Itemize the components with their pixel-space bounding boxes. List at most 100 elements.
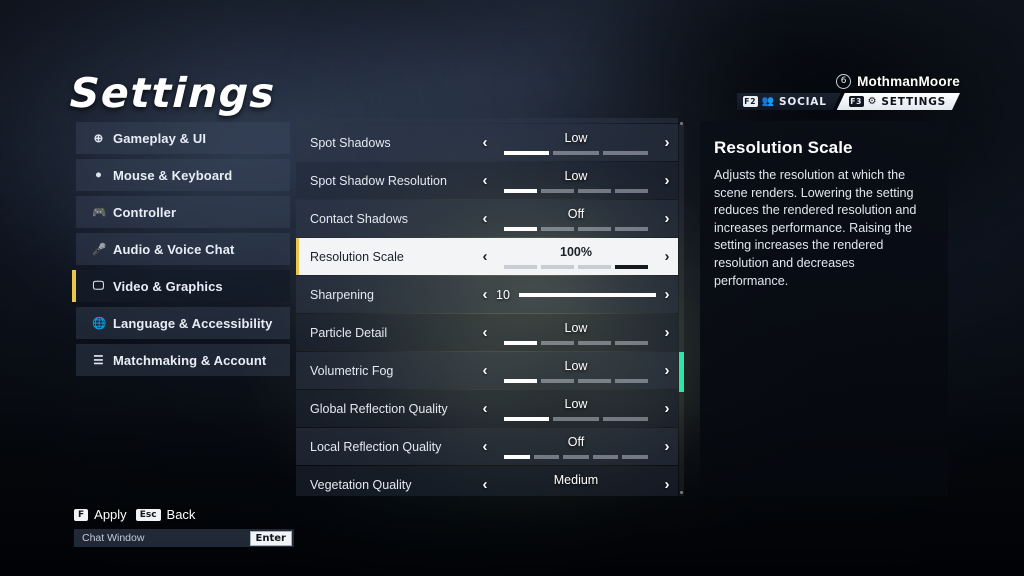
segment (592, 455, 619, 459)
setting-value-area: 100% (496, 238, 656, 275)
settings-list-top-clip (296, 118, 678, 123)
setting-label: Spot Shadows (310, 135, 391, 150)
settings-keycap: F3 (850, 97, 863, 106)
segment (553, 151, 599, 155)
segment (578, 379, 611, 383)
sidebar-item-language-accessibility[interactable]: 🌐 Language & Accessibility (76, 307, 290, 339)
back-hint[interactable]: Esc Back (135, 507, 196, 522)
setting-label: Local Reflection Quality (310, 439, 442, 454)
setting-row-global-reflection-quality[interactable]: Global Reflection Quality ‹ Low › (296, 390, 678, 427)
microphone-icon: 🎤 (92, 244, 107, 256)
chevron-left-icon[interactable]: ‹ (474, 286, 496, 303)
chevron-right-icon[interactable]: › (656, 362, 678, 379)
sidebar-item-label: Controller (113, 204, 177, 220)
segment (553, 417, 599, 421)
chevron-left-icon[interactable]: ‹ (474, 362, 496, 379)
sidebar-item-audio-voice-chat[interactable]: 🎤 Audio & Voice Chat (76, 233, 290, 265)
segment (541, 189, 574, 193)
setting-segment-bar (504, 455, 648, 459)
setting-row-volumetric-fog[interactable]: Volumetric Fog ‹ Low › (296, 352, 678, 389)
apply-hint[interactable]: F Apply (74, 507, 127, 522)
chevron-right-icon[interactable]: › (656, 134, 678, 151)
chevron-right-icon[interactable]: › (656, 248, 678, 265)
setting-value-area: Low (496, 314, 656, 351)
back-keycap: Esc (135, 508, 161, 521)
setting-value: Off (567, 207, 585, 221)
setting-value-area: Off (496, 428, 656, 465)
sidebar-item-video-graphics[interactable]: 🖵 Video & Graphics (72, 270, 290, 302)
chevron-right-icon[interactable]: › (656, 400, 678, 417)
setting-value: 100% (560, 245, 592, 259)
segment (541, 227, 574, 231)
social-button[interactable]: F2 👥 SOCIAL (737, 93, 841, 110)
segment (504, 189, 537, 193)
slider-fill (518, 292, 656, 297)
chevron-left-icon[interactable]: ‹ (474, 476, 496, 493)
chat-placeholder: Chat Window (82, 532, 145, 544)
settings-label: SETTINGS (881, 95, 946, 108)
list-icon: ☰ (93, 355, 104, 367)
slider-track[interactable] (518, 292, 656, 297)
gamepad-icon: 🎮 (92, 207, 107, 219)
scrollbar-track[interactable] (679, 124, 684, 496)
setting-label: Contact Shadows (310, 211, 408, 226)
chevron-left-icon[interactable]: ‹ (474, 248, 496, 265)
chat-window-bar[interactable]: Chat Window Enter (74, 529, 294, 547)
chevron-left-icon[interactable]: ‹ (474, 400, 496, 417)
chevron-left-icon[interactable]: ‹ (474, 210, 496, 227)
chevron-right-icon[interactable]: › (656, 286, 678, 303)
settings-list[interactable]: Spot Shadows ‹ Low › Spot Shadow Resolution ‹… (296, 124, 678, 496)
sidebar-item-matchmaking-account[interactable]: ☰ Matchmaking & Account (76, 344, 290, 376)
chevron-left-icon[interactable]: ‹ (474, 438, 496, 455)
friends-icon: 👥 (761, 96, 775, 107)
scrollbar-thumb[interactable] (679, 352, 684, 392)
setting-row-vegetation-quality[interactable]: Vegetation Quality ‹ Medium › (296, 466, 678, 496)
chevron-right-icon[interactable]: › (656, 210, 678, 227)
back-label: Back (166, 507, 196, 522)
gear-icon: ⚙ (867, 96, 878, 107)
setting-segment-bar (504, 417, 648, 421)
slider-value: 10 (496, 287, 510, 302)
segment (622, 455, 648, 459)
social-label: SOCIAL (778, 95, 827, 108)
chevron-right-icon[interactable]: › (656, 438, 678, 455)
setting-segment-bar (504, 227, 648, 231)
setting-row-particle-detail[interactable]: Particle Detail ‹ Low › (296, 314, 678, 351)
setting-label: Resolution Scale (310, 249, 404, 264)
segment (615, 379, 648, 383)
chevron-right-icon[interactable]: › (656, 476, 678, 493)
setting-row-sharpening[interactable]: Sharpening ‹ 10 › (296, 276, 678, 313)
segment (504, 341, 537, 345)
chevron-right-icon[interactable]: › (656, 172, 678, 189)
setting-label: Sharpening (310, 287, 374, 302)
setting-row-local-reflection-quality[interactable]: Local Reflection Quality ‹ Off › (296, 428, 678, 465)
setting-value-area: Low (496, 162, 656, 199)
sidebar-item-controller[interactable]: 🎮 Controller (76, 196, 290, 228)
sidebar-item-mouse-keyboard[interactable]: ● Mouse & Keyboard (76, 159, 290, 191)
chevron-right-icon[interactable]: › (656, 324, 678, 341)
chevron-left-icon[interactable]: ‹ (474, 172, 496, 189)
segment (504, 151, 550, 155)
setting-value: Low (564, 131, 588, 145)
page-title: Settings (69, 69, 277, 117)
setting-label: Particle Detail (310, 325, 388, 340)
setting-row-spot-shadows[interactable]: Spot Shadows ‹ Low › (296, 124, 678, 161)
setting-value-area: Low (496, 352, 656, 389)
setting-row-resolution-scale[interactable]: Resolution Scale ‹ 100% › (296, 238, 678, 275)
setting-row-spot-shadow-resolution[interactable]: Spot Shadow Resolution ‹ Low › (296, 162, 678, 199)
setting-value-area: Low (496, 390, 656, 427)
hud-action-bar: F2 👥 SOCIAL F3 ⚙ SETTINGS (737, 93, 960, 110)
chevron-left-icon[interactable]: ‹ (474, 324, 496, 341)
monitor-icon: 🖵 (92, 279, 105, 292)
settings-button[interactable]: F3 ⚙ SETTINGS (837, 93, 960, 110)
setting-segment-bar (504, 265, 648, 269)
footer-key-hints: F Apply Esc Back (74, 507, 294, 522)
chat-enter-keycap: Enter (249, 530, 292, 546)
sidebar-item-gameplay-ui[interactable]: ⊕ Gameplay & UI (76, 122, 290, 154)
setting-row-contact-shadows[interactable]: Contact Shadows ‹ Off › (296, 200, 678, 237)
player-name-row: 6 MothmanMoore (737, 74, 960, 89)
segment (615, 227, 648, 231)
setting-value-area: Off (496, 200, 656, 237)
setting-value: Low (564, 169, 588, 183)
chevron-left-icon[interactable]: ‹ (474, 134, 496, 151)
